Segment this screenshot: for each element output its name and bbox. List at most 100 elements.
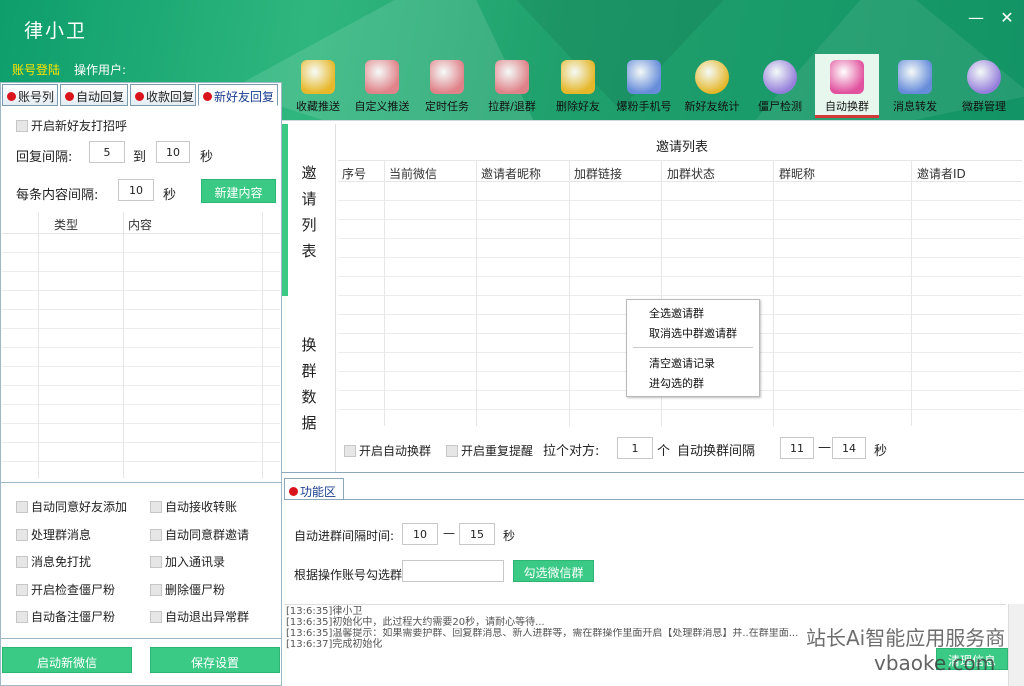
tab-label: 新好友回复 bbox=[214, 90, 275, 104]
mute-messages-checkbox[interactable]: 消息免打扰 bbox=[16, 553, 91, 570]
start-wechat-button[interactable]: 启动新微信 bbox=[2, 647, 132, 673]
tab-new-friend-reply[interactable]: 新好友回复 bbox=[198, 84, 278, 106]
checkbox-box[interactable] bbox=[16, 583, 28, 596]
toolbar-custom-push[interactable]: 自定义推送 bbox=[350, 54, 414, 118]
save-settings-button[interactable]: 保存设置 bbox=[150, 647, 280, 673]
reply-from-input[interactable]: 5 bbox=[89, 141, 125, 163]
select-by-account-input[interactable] bbox=[402, 560, 504, 582]
watermark-text: 站长Ai智能应用服务商 bbox=[806, 626, 1006, 650]
column-content: 内容 bbox=[128, 218, 153, 232]
delete-zombie-fans-checkbox[interactable]: 删除僵尸粉 bbox=[150, 581, 225, 598]
column-inviter-id: 邀请者ID bbox=[917, 167, 966, 181]
toolbar-pull-group[interactable]: 拉群/退群 bbox=[480, 54, 544, 118]
bell-icon bbox=[495, 60, 529, 94]
menu-deselect-invite-groups[interactable]: 取消选中群邀请群 bbox=[649, 325, 737, 341]
cup-icon bbox=[430, 60, 464, 94]
auto-accept-group-invite-checkbox[interactable]: 自动同意群邀请 bbox=[150, 526, 249, 543]
checkbox-box[interactable] bbox=[344, 445, 356, 457]
toolbar-message-forward[interactable]: 消息转发 bbox=[882, 54, 948, 118]
delete-zombie-fans-label: 删除僵尸粉 bbox=[165, 582, 226, 597]
select-wechat-group-button[interactable]: 勾选微信群 bbox=[513, 560, 594, 582]
seconds-label: 秒 bbox=[874, 444, 888, 459]
join-from-input[interactable]: 10 bbox=[402, 523, 438, 545]
toolbar-new-friend-stats[interactable]: 新好友统计 bbox=[678, 54, 746, 118]
handle-group-messages-checkbox[interactable]: 处理群消息 bbox=[16, 526, 91, 543]
content-interval-label: 每条内容间隔: bbox=[16, 188, 99, 203]
tab-label: 收款回复 bbox=[146, 90, 195, 104]
auto-accept-friend-checkbox[interactable]: 自动同意好友添加 bbox=[16, 498, 127, 515]
column-type: 类型 bbox=[54, 218, 79, 232]
menu-select-all-invite-groups[interactable]: 全选邀请群 bbox=[649, 305, 704, 321]
repeat-remind-checkbox[interactable]: 开启重复提醒 bbox=[446, 442, 533, 459]
minimize-icon[interactable]: — bbox=[966, 8, 986, 27]
select-by-account-label: 根据操作账号勾选群 bbox=[294, 568, 403, 582]
toolbar-label: 僵尸检测 bbox=[758, 100, 802, 113]
tab-label: 自动回复 bbox=[76, 90, 125, 104]
left-tabs: 账号列 自动回复 收款回复 新好友回复 bbox=[2, 84, 280, 106]
toolbar-label: 自定义推送 bbox=[354, 100, 410, 113]
new-content-button[interactable]: 新建内容 bbox=[201, 179, 276, 203]
check-zombie-fans-label: 开启检查僵尸粉 bbox=[31, 582, 116, 597]
seconds-label: 秒 bbox=[200, 150, 214, 165]
side-char: 群 bbox=[301, 362, 317, 380]
log-scrollbar[interactable] bbox=[1008, 604, 1024, 686]
auto-receive-transfer-checkbox[interactable]: 自动接收转账 bbox=[150, 498, 237, 515]
grid-divider bbox=[262, 212, 263, 478]
reply-grid[interactable] bbox=[2, 234, 280, 478]
checkbox-box[interactable] bbox=[150, 556, 162, 568]
tab-auto-reply[interactable]: 自动回复 bbox=[60, 84, 128, 106]
auto-swap-checkbox[interactable]: 开启自动换群 bbox=[344, 442, 431, 459]
join-to-input[interactable]: 15 bbox=[459, 523, 495, 545]
invite-list-title: 邀请列表 bbox=[656, 140, 709, 155]
menu-clear-invite-records[interactable]: 清空邀请记录 bbox=[649, 355, 715, 371]
divider bbox=[282, 120, 1024, 121]
toolbar-label: 消息转发 bbox=[893, 100, 937, 113]
toolbar-delete-friend[interactable]: 删除好友 bbox=[546, 54, 610, 118]
add-to-contacts-label: 加入通讯录 bbox=[165, 555, 226, 569]
toolbar-zombie-detect[interactable]: 僵尸检测 bbox=[747, 54, 813, 118]
swap-interval-from-input[interactable]: 11 bbox=[780, 437, 814, 459]
tab-payment-reply[interactable]: 收款回复 bbox=[130, 84, 196, 106]
seconds-label: 秒 bbox=[163, 188, 177, 203]
login-label[interactable]: 账号登陆 bbox=[12, 61, 60, 78]
check-zombie-fans-checkbox[interactable]: 开启检查僵尸粉 bbox=[16, 581, 115, 598]
greet-checkbox[interactable]: 开启新好友打招呼 bbox=[16, 117, 127, 134]
checkbox-box[interactable] bbox=[16, 611, 28, 623]
column-group-nickname: 群昵称 bbox=[779, 167, 816, 181]
divider bbox=[0, 482, 282, 483]
checkbox-box[interactable] bbox=[16, 120, 28, 132]
add-to-contacts-checkbox[interactable]: 加入通讯录 bbox=[150, 553, 225, 570]
content-interval-input[interactable]: 10 bbox=[118, 179, 154, 201]
reply-to-input[interactable]: 10 bbox=[156, 141, 190, 163]
auto-remark-zombie-checkbox[interactable]: 自动备注僵尸粉 bbox=[16, 608, 115, 625]
side-char: 邀 bbox=[301, 164, 317, 182]
status-dot-icon bbox=[65, 92, 74, 101]
close-icon[interactable]: ✕ bbox=[997, 8, 1017, 27]
auto-remark-zombie-label: 自动备注僵尸粉 bbox=[31, 610, 116, 624]
side-char: 请 bbox=[301, 190, 317, 208]
checkbox-box[interactable] bbox=[150, 583, 162, 596]
user-icon bbox=[695, 60, 729, 94]
checkbox-box[interactable] bbox=[446, 445, 458, 457]
checkbox-box[interactable] bbox=[16, 528, 28, 541]
toolbar-micro-group[interactable]: 微群管理 bbox=[951, 54, 1017, 118]
swap-interval-to-input[interactable]: 14 bbox=[832, 437, 866, 459]
checkbox-box[interactable] bbox=[150, 611, 162, 623]
checkbox-box[interactable] bbox=[150, 528, 162, 541]
toolbar-label: 自动换群 bbox=[825, 100, 869, 113]
tab-function-area[interactable]: 功能区 bbox=[284, 478, 344, 500]
toolbar-follower-phone[interactable]: 爆粉手机号 bbox=[611, 54, 677, 118]
checkbox-box[interactable] bbox=[16, 556, 28, 568]
tab-account-list[interactable]: 账号列 bbox=[2, 84, 58, 106]
auto-exit-abnormal-group-checkbox[interactable]: 自动退出异常群 bbox=[150, 608, 249, 625]
toolbar-collect-push[interactable]: 收藏推送 bbox=[286, 54, 350, 118]
side-char: 列 bbox=[301, 216, 317, 234]
checkbox-box[interactable] bbox=[150, 501, 162, 513]
menu-enter-selected-groups[interactable]: 进勾选的群 bbox=[649, 375, 704, 391]
checkbox-box[interactable] bbox=[16, 501, 28, 513]
toolbar-auto-swap-group[interactable]: 自动换群 bbox=[815, 54, 879, 118]
pull-count-input[interactable]: 1 bbox=[617, 437, 653, 459]
grid-divider bbox=[476, 160, 477, 426]
toolbar-scheduled-task[interactable]: 定时任务 bbox=[415, 54, 479, 118]
log-line: [13:6:35]律小卫 bbox=[286, 606, 363, 617]
